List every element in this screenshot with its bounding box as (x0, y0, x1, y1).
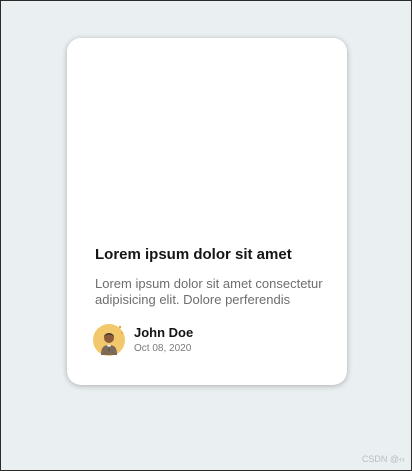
avatar (93, 324, 125, 356)
watermark-text: CSDN @‹‹ (361, 454, 405, 464)
page-frame: Lorem ipsum dolor sit amet Lorem ipsum d… (0, 0, 412, 471)
author-row: John Doe Oct 08, 2020 (93, 324, 313, 360)
author-name[interactable]: John Doe (134, 325, 193, 340)
card-media-placeholder (67, 38, 347, 228)
card-title: Lorem ipsum dolor sit amet (95, 246, 292, 263)
post-date: Oct 08, 2020 (134, 343, 192, 354)
person-avatar-icon (93, 324, 125, 356)
card-excerpt: Lorem ipsum dolor sit amet consectetur a… (95, 276, 323, 307)
blog-card[interactable]: Lorem ipsum dolor sit amet Lorem ipsum d… (67, 38, 347, 385)
